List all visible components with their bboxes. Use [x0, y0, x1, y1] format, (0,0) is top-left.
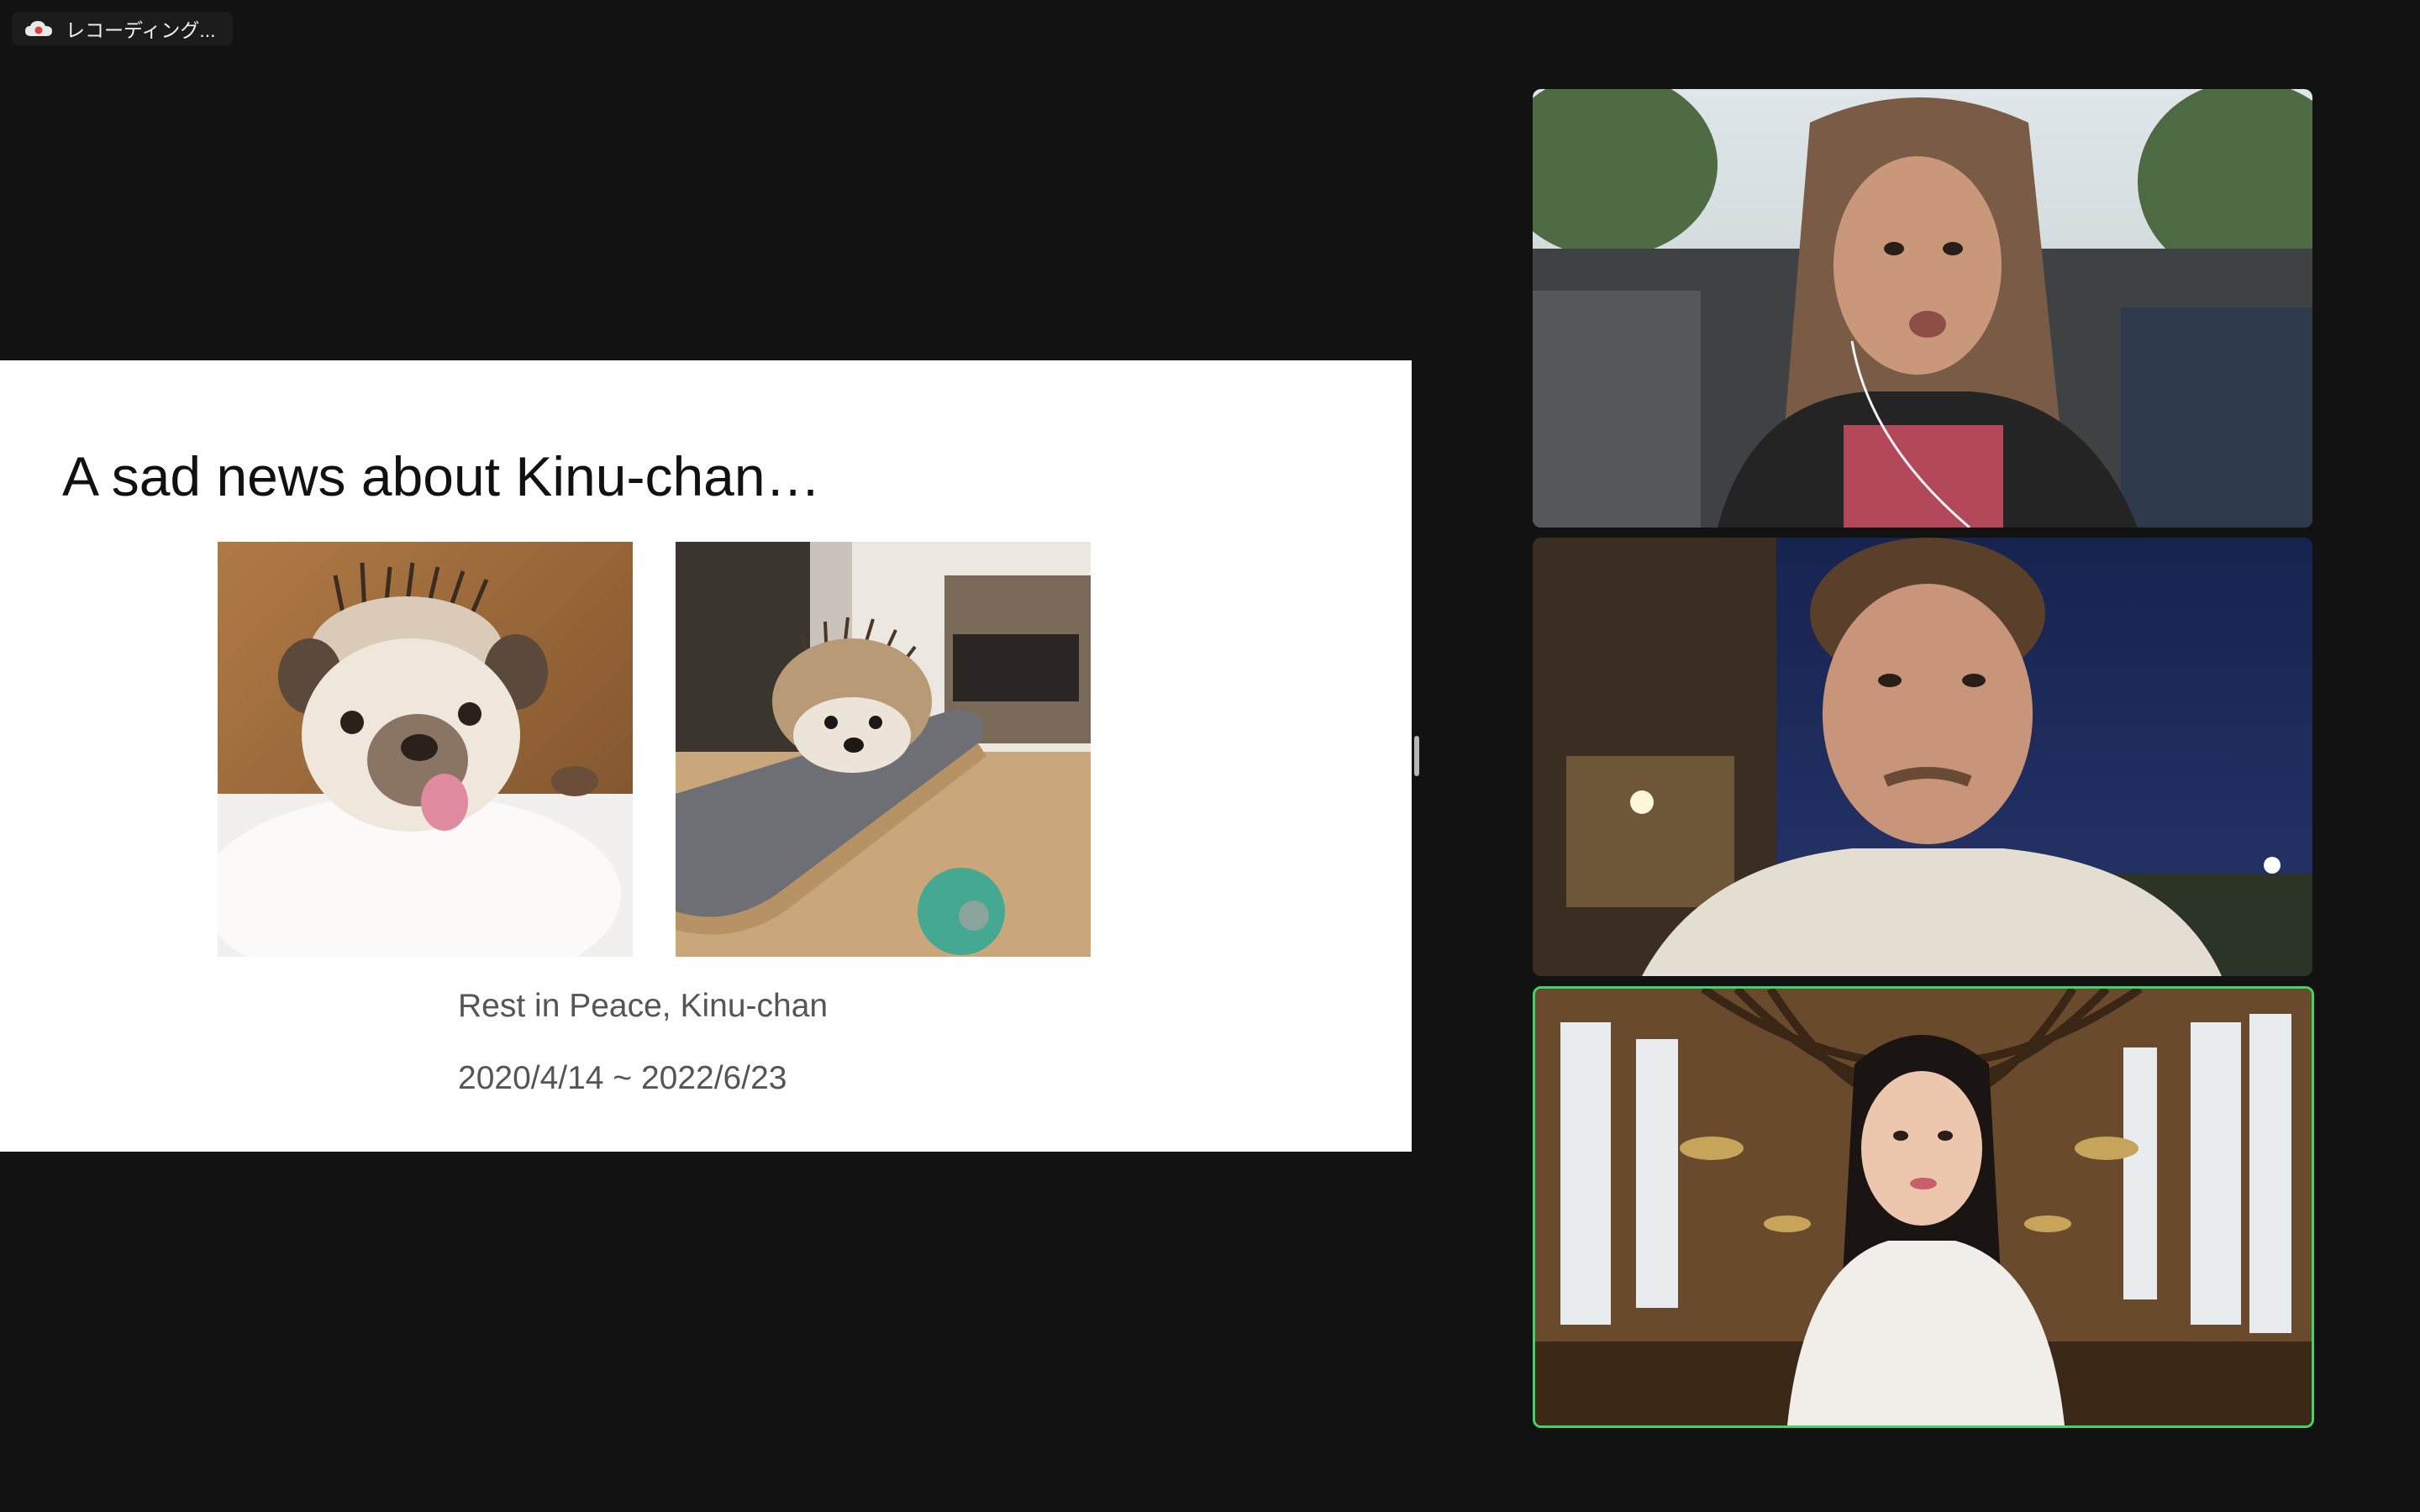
slide-title: A sad news about Kinu-chan…	[62, 445, 821, 507]
participant-video-1[interactable]	[1533, 89, 2312, 528]
slide-dates: 2020/4/14 ~ 2022/6/23	[458, 1060, 787, 1096]
shared-screen-slide: A sad news about Kinu-chan… Rest in Peac…	[0, 360, 1412, 1152]
slide-caption: Rest in Peace, Kinu-chan	[458, 988, 829, 1024]
meeting-window: レコーディング... A sad news about Kinu-chan… R…	[0, 0, 2420, 1512]
split-view-handle[interactable]	[1414, 736, 1419, 776]
participant-video-3-active-speaker[interactable]	[1533, 986, 2314, 1428]
participant-video-2[interactable]	[1533, 538, 2312, 976]
hedgehog-photo-skateboard	[676, 542, 1091, 957]
recording-status-badge[interactable]: レコーディング...	[12, 12, 233, 45]
cloud-record-icon	[24, 18, 54, 39]
hedgehog-photo-towel	[218, 542, 633, 957]
recording-label: レコーディング...	[66, 19, 216, 41]
